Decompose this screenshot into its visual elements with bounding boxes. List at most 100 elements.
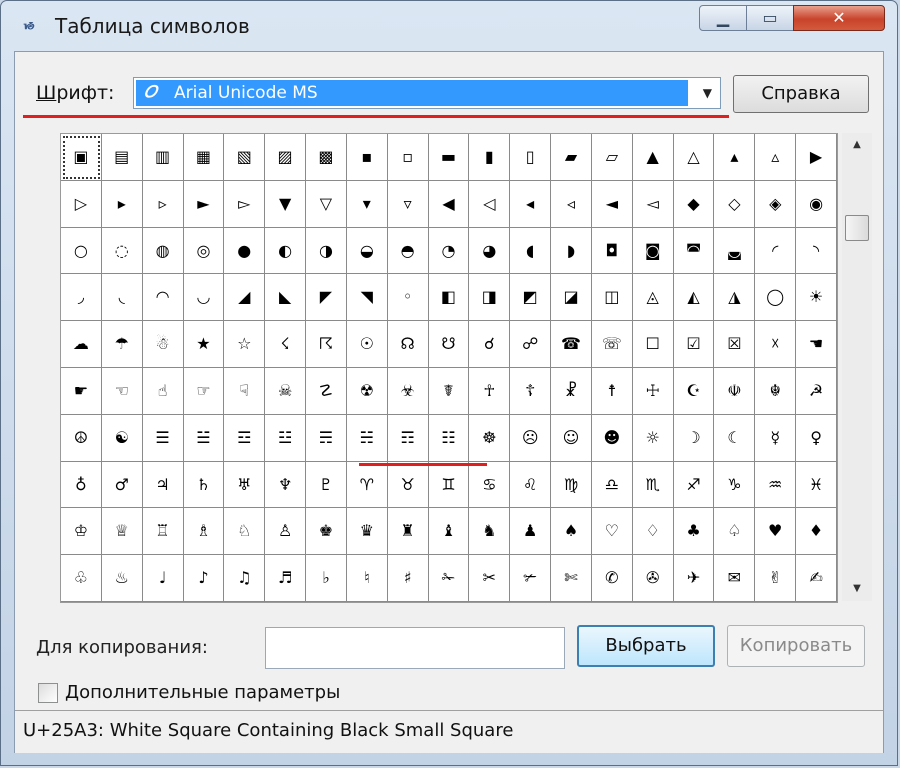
character-cell[interactable]: ☣ xyxy=(387,368,429,415)
character-cell[interactable]: ☞ xyxy=(183,368,225,415)
character-cell[interactable]: ✁ xyxy=(428,555,470,602)
scroll-down-icon[interactable]: ▼ xyxy=(842,577,872,601)
character-cell[interactable]: ♠ xyxy=(551,508,592,556)
character-cell[interactable]: ☉ xyxy=(346,321,388,368)
character-cell[interactable]: ☀ xyxy=(796,274,837,322)
character-cell[interactable]: ♦ xyxy=(796,508,837,556)
character-cell[interactable]: ◒ xyxy=(346,227,388,275)
character-cell[interactable]: ► xyxy=(183,180,225,228)
character-cell[interactable]: ◐ xyxy=(265,227,307,275)
character-cell[interactable]: ☩ xyxy=(632,368,674,415)
character-cell[interactable]: ☯ xyxy=(101,414,143,462)
character-cell[interactable]: ◅ xyxy=(632,180,674,228)
character-cell[interactable]: ☃ xyxy=(142,321,184,368)
character-cell[interactable]: ♘ xyxy=(224,508,266,556)
character-cell[interactable]: ♄ xyxy=(183,461,225,509)
character-cell[interactable]: ♔ xyxy=(61,508,102,556)
dropdown-arrow-icon[interactable]: ▼ xyxy=(703,86,712,100)
character-cell[interactable]: ♀ xyxy=(796,414,837,462)
character-cell[interactable]: ✄ xyxy=(551,555,592,602)
character-cell[interactable]: ☫ xyxy=(714,368,756,415)
character-cell[interactable]: ☻ xyxy=(591,414,633,462)
character-cell[interactable]: ☈ xyxy=(306,321,347,368)
maximize-button[interactable]: ▭ xyxy=(746,5,794,31)
character-cell[interactable]: ♗ xyxy=(183,508,225,556)
character-cell[interactable]: ♫ xyxy=(224,555,266,602)
character-cell[interactable]: ♅ xyxy=(224,461,266,509)
character-cell[interactable]: ♟ xyxy=(510,508,552,556)
character-cell[interactable]: ◀ xyxy=(428,180,470,228)
character-cell[interactable]: ☱ xyxy=(183,414,225,462)
character-cell[interactable]: ◄ xyxy=(591,180,633,228)
copy-button[interactable]: Копировать xyxy=(727,625,865,667)
character-cell[interactable]: ♁ xyxy=(61,461,102,509)
character-cell[interactable]: ▽ xyxy=(306,180,347,228)
character-cell[interactable]: ○ xyxy=(61,227,102,275)
character-cell[interactable]: ◨ xyxy=(469,274,511,322)
character-cell[interactable]: ▰ xyxy=(551,134,592,181)
character-cell[interactable]: ☳ xyxy=(265,414,307,462)
character-cell[interactable]: ☁ xyxy=(61,321,102,368)
character-cell[interactable]: ▵ xyxy=(755,134,797,181)
character-cell[interactable]: ♇ xyxy=(306,461,347,509)
character-cell[interactable]: ▫ xyxy=(387,134,429,181)
character-cell[interactable]: ◥ xyxy=(346,274,388,322)
character-cell[interactable]: ☰ xyxy=(142,414,184,462)
character-cell[interactable]: ☚ xyxy=(796,321,837,368)
character-cell[interactable]: ▣ xyxy=(61,134,102,181)
close-button[interactable]: ✕ xyxy=(793,5,885,31)
character-cell[interactable]: ◎ xyxy=(183,227,225,275)
character-cell[interactable]: ◖ xyxy=(510,227,552,275)
copy-input[interactable] xyxy=(265,627,565,669)
character-cell[interactable]: ☆ xyxy=(224,321,266,368)
character-cell[interactable]: ◦ xyxy=(387,274,429,322)
character-cell[interactable]: ◃ xyxy=(551,180,592,228)
character-cell[interactable]: ♮ xyxy=(346,555,388,602)
character-cell[interactable]: ◟ xyxy=(101,274,143,322)
character-cell[interactable]: ▪ xyxy=(346,134,388,181)
character-cell[interactable]: ♖ xyxy=(142,508,184,556)
character-cell[interactable]: ◁ xyxy=(469,180,511,228)
character-cell[interactable]: ♢ xyxy=(632,508,674,556)
character-cell[interactable]: ★ xyxy=(183,321,225,368)
character-cell[interactable]: ◌ xyxy=(101,227,143,275)
character-cell[interactable]: ♃ xyxy=(142,461,184,509)
character-cell[interactable]: ◍ xyxy=(142,227,184,275)
character-cell[interactable]: ♝ xyxy=(428,508,470,556)
character-cell[interactable]: ☎ xyxy=(551,321,592,368)
character-cell[interactable]: ☜ xyxy=(101,368,143,415)
character-cell[interactable]: ☤ xyxy=(428,368,470,415)
character-cell[interactable]: ✌ xyxy=(755,555,797,602)
character-cell[interactable]: ♂ xyxy=(101,461,143,509)
character-cell[interactable]: ☮ xyxy=(61,414,102,462)
character-cell[interactable]: ✈ xyxy=(673,555,715,602)
character-cell[interactable]: ▨ xyxy=(265,134,307,181)
character-cell[interactable]: ☿ xyxy=(755,414,797,462)
character-cell[interactable]: ☋ xyxy=(428,321,470,368)
character-cell[interactable]: ♏ xyxy=(632,461,674,509)
character-cell[interactable]: ☂ xyxy=(101,321,143,368)
character-cell[interactable]: ☸ xyxy=(469,414,511,462)
font-dropdown[interactable]: 𝑂 Arial Unicode MS ▼ xyxy=(133,77,721,109)
character-cell[interactable]: ☲ xyxy=(224,414,266,462)
character-cell[interactable]: ☼ xyxy=(632,414,674,462)
character-cell[interactable]: ▻ xyxy=(224,180,266,228)
character-cell[interactable]: ◑ xyxy=(306,227,347,275)
character-cell[interactable]: ◣ xyxy=(265,274,307,322)
character-cell[interactable]: ♕ xyxy=(101,508,143,556)
character-cell[interactable]: ◔ xyxy=(428,227,470,275)
character-cell[interactable]: ♋ xyxy=(469,461,511,509)
character-grid[interactable]: ▣ ▤ ▥ ▦ ▧ ▨ ▩ ▪ ▫ ▬ ▮ ▯ ▰ ▱ ▲ △ ▴ ▵ ▶ ▷ ▸ ▹ ► ▻ ▼ ▽ ▾ ▿ ◀ ◁ ◂ ◃ ◄ ◅ ◆ ◇ ◈ ◉ ○ ◌… xyxy=(60,133,838,603)
character-cell[interactable]: ☊ xyxy=(387,321,429,368)
character-cell[interactable]: ☑ xyxy=(673,321,715,368)
character-cell[interactable]: ▴ xyxy=(714,134,756,181)
select-button[interactable]: Выбрать xyxy=(577,625,715,667)
character-cell[interactable]: ▸ xyxy=(101,180,143,228)
character-cell[interactable]: ☟ xyxy=(224,368,266,415)
character-cell[interactable]: ♍ xyxy=(551,461,592,509)
character-cell[interactable]: ◛ xyxy=(714,227,756,275)
character-cell[interactable]: ☒ xyxy=(714,321,756,368)
character-cell[interactable]: ▾ xyxy=(346,180,388,228)
character-cell[interactable]: ◓ xyxy=(387,227,429,275)
character-cell[interactable]: ☨ xyxy=(591,368,633,415)
